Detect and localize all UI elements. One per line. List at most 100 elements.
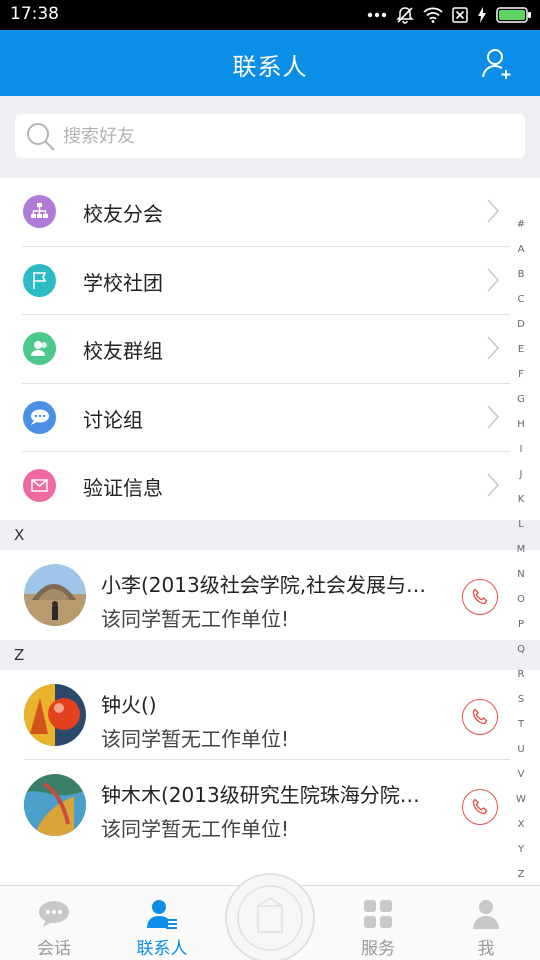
contact-row[interactable]: 小李(2013级社会学院,社会发展与… 该同学暂无工作单位! [0,550,540,640]
contact-row[interactable]: 钟火() 该同学暂无工作单位! [0,670,540,760]
contact-name: 钟木木(2013级研究生院珠海分院… [101,783,420,807]
index-letter[interactable]: D [508,312,534,337]
tab-label: 会话 [37,939,71,959]
call-button[interactable] [462,699,498,735]
avatar [24,564,86,626]
menu-item-label: 校友分会 [83,202,163,226]
menu-item-discussion-groups[interactable]: 讨论组 [0,384,540,453]
menu-item-label: 校友群组 [83,339,163,364]
tab-contacts[interactable]: 联系人 [112,886,212,960]
section-header-x: X [0,520,540,550]
menu-item-label: 学校社团 [83,270,163,295]
index-letter[interactable]: E [508,337,534,362]
chevron-right-icon [487,268,500,292]
tab-label: 服务 [361,939,395,959]
index-letter[interactable]: W [508,787,534,812]
contacts-icon [147,900,177,929]
menu-item-label: 验证信息 [83,476,163,501]
status-bar: 17:38 [0,0,540,30]
phone-icon [472,588,488,605]
menu-item-alumni-branch[interactable]: 校友分会 [0,178,540,247]
index-letter[interactable]: V [508,762,534,787]
charging-icon [478,7,486,23]
more-dots-icon [367,12,387,18]
wifi-icon [423,7,443,23]
chevron-right-icon [487,473,500,497]
contact-name: 钟火() [101,693,157,717]
chevron-right-icon [487,336,500,360]
search-input[interactable] [63,114,503,158]
call-button[interactable] [462,579,498,615]
index-letter[interactable]: C [508,287,534,312]
index-letter[interactable]: K [508,487,534,512]
index-letter[interactable]: Y [508,837,534,862]
index-letter[interactable]: U [508,737,534,762]
contact-name: 小李(2013级社会学院,社会发展与… [101,573,427,597]
section-header-z: Z [0,640,540,670]
tab-chat[interactable]: 会话 [4,886,104,960]
mute-bell-icon [396,7,414,24]
menu-item-verification[interactable]: 验证信息 [0,452,540,521]
index-letter[interactable]: M [508,537,534,562]
contact-menu: 校友分会 学校社团 校友群组 讨论组 验证信息 [0,178,540,521]
index-letter[interactable]: P [508,612,534,637]
services-grid-icon [364,900,392,928]
index-letter[interactable]: I [508,437,534,462]
group-icon [23,332,56,366]
add-friend-button[interactable] [482,46,514,80]
index-letter[interactable]: A [508,237,534,262]
menu-item-label: 讨论组 [83,407,143,432]
chevron-right-icon [487,405,500,429]
status-time: 17:38 [10,4,59,24]
chevron-right-icon [487,199,500,223]
index-letter[interactable]: H [508,412,534,437]
tab-label: 我 [477,939,495,959]
call-button[interactable] [462,789,498,825]
avatar [24,684,86,746]
search-icon [27,123,55,151]
profile-icon [473,900,499,929]
index-letter[interactable]: G [508,387,534,412]
index-letter[interactable]: N [508,562,534,587]
university-seal-logo [225,873,315,960]
tab-profile[interactable]: 我 [436,886,536,960]
alphabet-index-bar[interactable]: # A B C D E F G H I J K L M N O P Q R S T U V W X Y Z [508,212,534,887]
index-letter[interactable]: Z [508,862,534,887]
avatar [24,774,86,836]
tab-label: 联系人 [136,939,188,959]
search-area [0,96,540,178]
contact-subtitle: 该同学暂无工作单位! [101,727,290,751]
envelope-icon [23,469,56,503]
add-user-icon [482,49,511,79]
app-header: 联系人 [0,30,540,96]
index-letter[interactable]: Q [508,637,534,662]
contact-subtitle: 该同学暂无工作单位! [101,817,290,841]
status-icons [367,5,532,25]
index-letter[interactable]: # [508,212,534,237]
tab-services[interactable]: 服务 [328,886,428,960]
bottom-nav: 会话 联系人 服务 我 [0,873,540,960]
phone-icon [472,708,488,725]
contact-row[interactable]: 钟木木(2013级研究生院珠海分院… 该同学暂无工作单位! [0,760,540,850]
page-title: 联系人 [232,53,308,81]
flag-icon [23,263,56,297]
no-sim-icon [452,7,468,23]
index-letter[interactable]: O [508,587,534,612]
index-letter[interactable]: X [508,812,534,837]
index-letter[interactable]: L [508,512,534,537]
index-letter[interactable]: J [508,462,534,487]
chat-bubble-icon [23,400,56,434]
chat-icon [39,901,69,927]
index-letter[interactable]: T [508,712,534,737]
contact-subtitle: 该同学暂无工作单位! [101,607,290,631]
search-box[interactable] [15,114,525,158]
menu-item-alumni-groups[interactable]: 校友群组 [0,315,540,384]
battery-icon [496,7,531,23]
index-letter[interactable]: F [508,362,534,387]
phone-icon [472,798,488,815]
index-letter[interactable]: B [508,262,534,287]
org-chart-icon [23,195,56,228]
menu-item-school-clubs[interactable]: 学校社团 [0,247,540,316]
index-letter[interactable]: R [508,662,534,687]
index-letter[interactable]: S [508,687,534,712]
